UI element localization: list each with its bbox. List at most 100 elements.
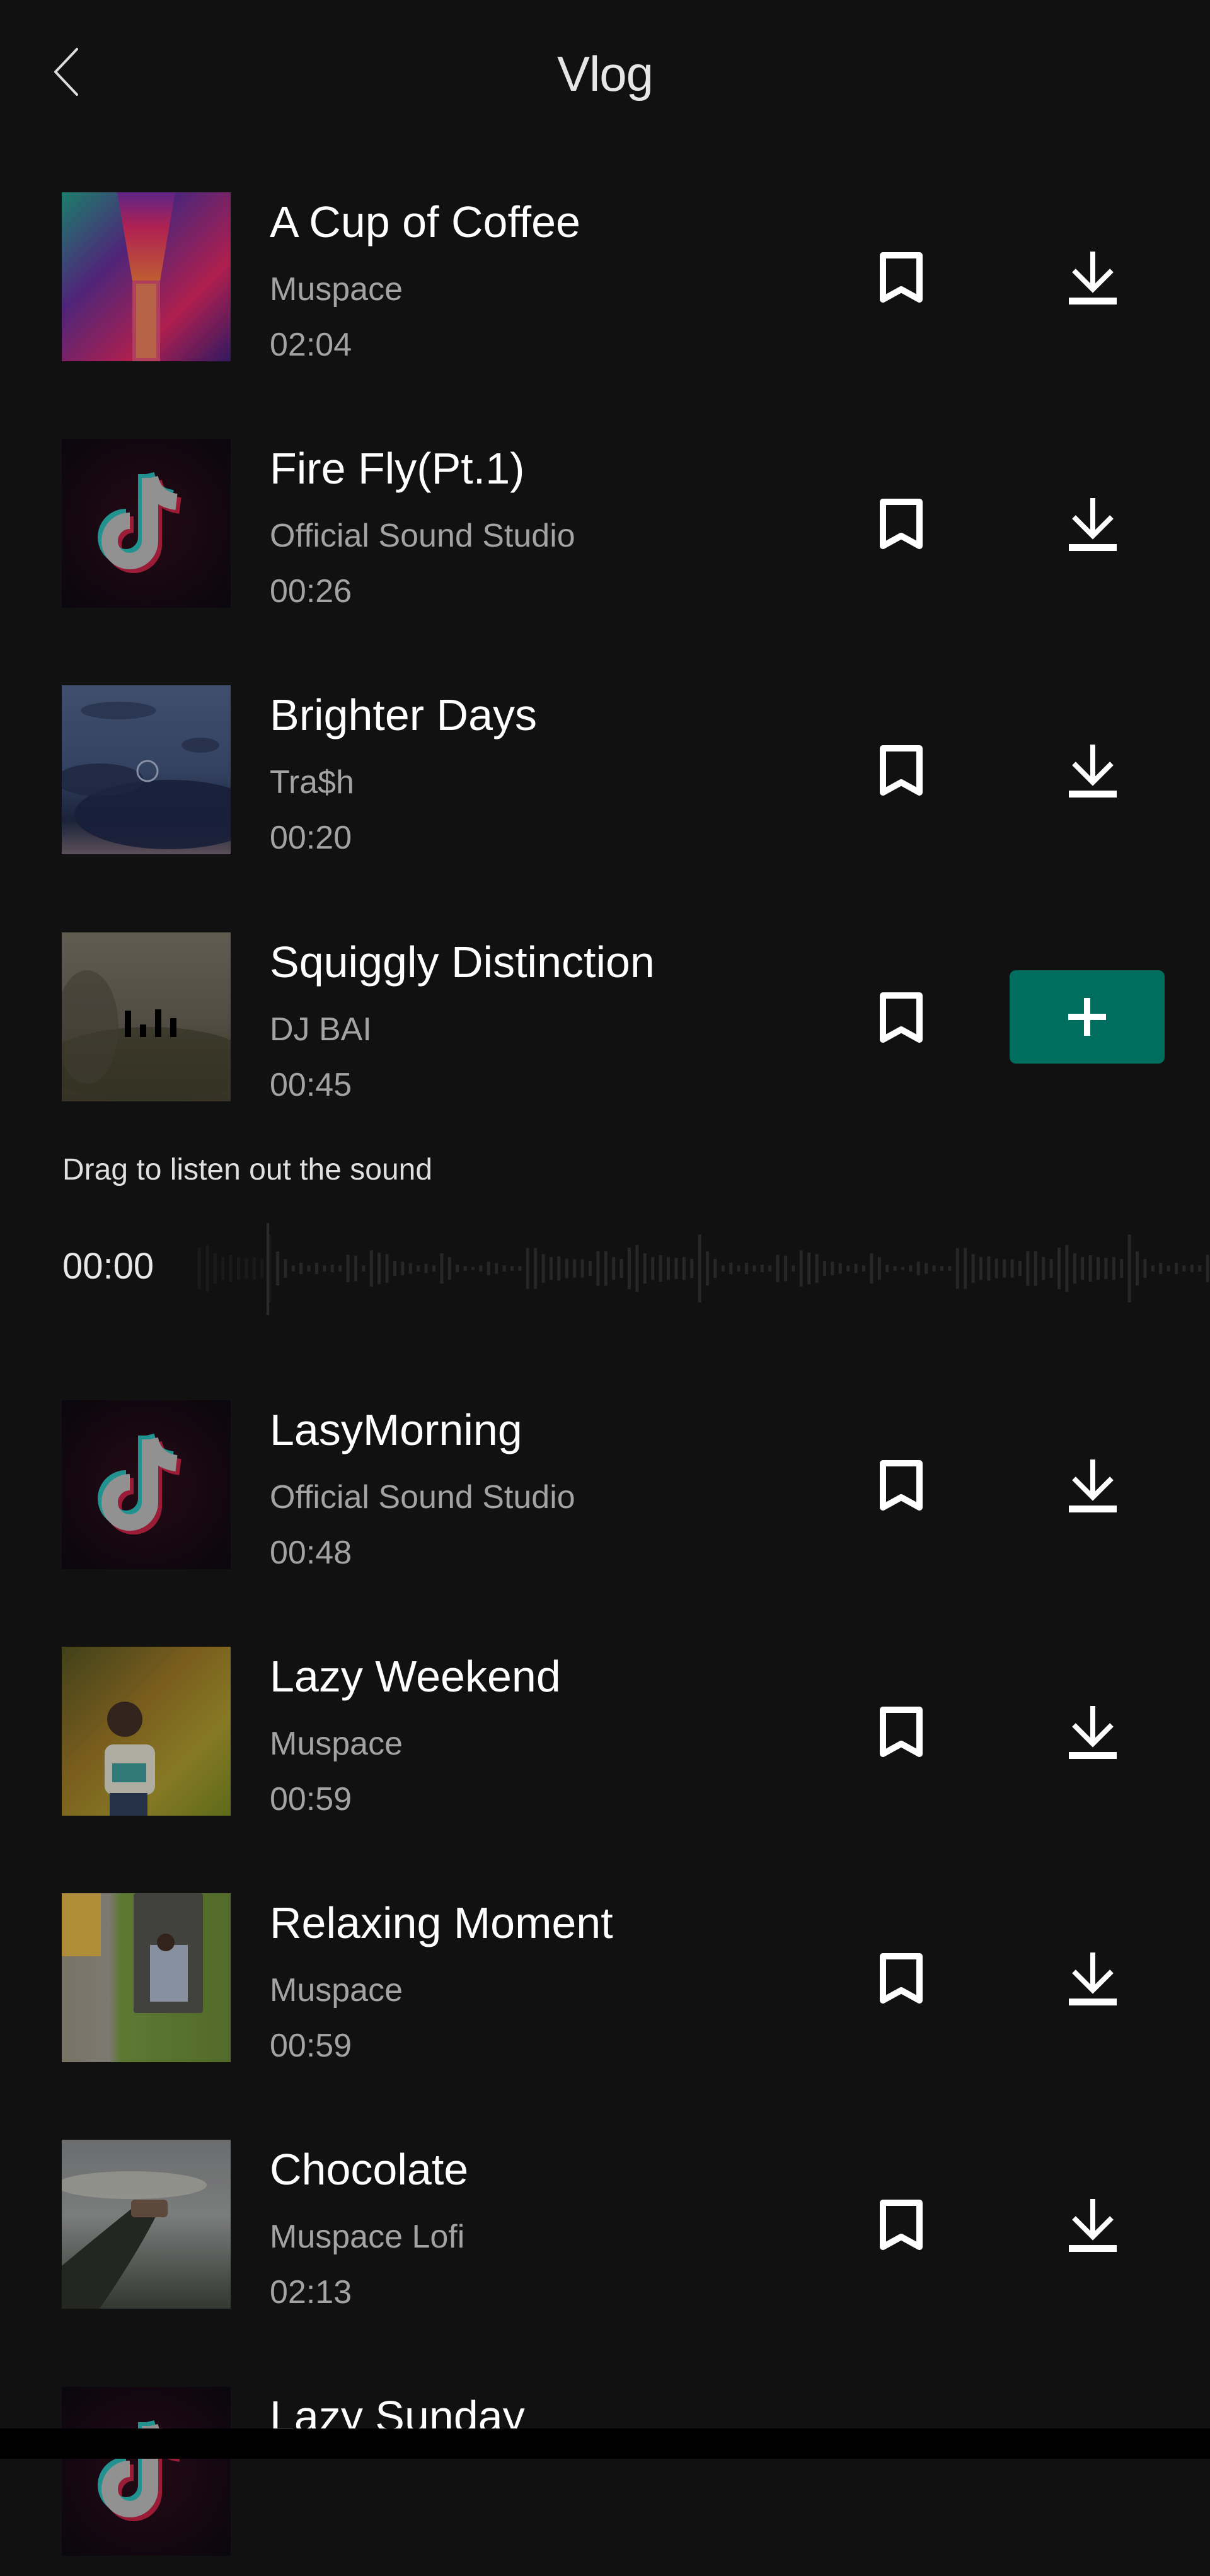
waveform-bar	[526, 1248, 529, 1289]
waveform-bar	[1026, 1251, 1030, 1286]
bookmark-button[interactable]	[870, 983, 933, 1052]
waveform-bar	[729, 1263, 733, 1274]
waveform-bar	[1065, 1244, 1069, 1292]
waveform-bar	[940, 1266, 943, 1271]
bookmark-button[interactable]	[870, 1697, 933, 1767]
track-duration: 00:48	[270, 1535, 352, 1571]
waveform-bar	[1088, 1255, 1092, 1282]
track-title: Lazy Weekend	[270, 1652, 561, 1701]
waveform-bar	[721, 1265, 725, 1272]
playhead[interactable]	[267, 1223, 269, 1315]
waveform-bar	[799, 1250, 803, 1287]
track-title: LasyMorning	[270, 1405, 522, 1454]
waveform-bar	[870, 1253, 873, 1284]
track-thumbnail[interactable]	[62, 1893, 231, 2062]
bookmark-button[interactable]	[870, 243, 933, 312]
track-row[interactable]: Lazy Sunday	[0, 2387, 1210, 2576]
waveform-bar	[479, 1265, 483, 1272]
waveform-bar	[1073, 1253, 1076, 1284]
waveform-bar	[1049, 1259, 1053, 1278]
track-thumbnail[interactable]	[62, 1647, 231, 1816]
waveform-bar	[385, 1254, 389, 1283]
waveform-bar	[745, 1263, 748, 1274]
bookmark-button[interactable]	[870, 489, 933, 559]
download-button[interactable]	[1059, 2190, 1128, 2260]
waveform-bar	[659, 1255, 662, 1282]
waveform-bar	[994, 1258, 998, 1279]
track-title: Squiggly Distinction	[270, 937, 655, 987]
plus-icon	[1068, 998, 1106, 1036]
download-button[interactable]	[1059, 1697, 1128, 1767]
track-thumbnail[interactable]	[62, 439, 231, 608]
waveform-bar	[424, 1263, 428, 1273]
waveform-bar	[541, 1254, 545, 1283]
waveform-bar	[1034, 1251, 1037, 1286]
waveform-bar	[229, 1255, 233, 1282]
waveform-bar	[393, 1261, 396, 1276]
waveform-bar	[284, 1259, 287, 1278]
waveform-bar	[893, 1266, 897, 1271]
waveform-bar	[432, 1265, 435, 1272]
player-hint: Drag to listen out the sound	[62, 1153, 433, 1186]
track-duration: 00:59	[270, 2028, 352, 2064]
waveform-bar	[635, 1244, 639, 1292]
waveform-bar	[565, 1258, 568, 1279]
waveform-bar	[518, 1266, 522, 1271]
waveform-bar	[619, 1259, 623, 1278]
download-button[interactable]	[1059, 243, 1128, 312]
bookmark-icon	[880, 2200, 923, 2250]
download-button[interactable]	[1059, 1451, 1128, 1520]
waveform-bar	[307, 1265, 311, 1272]
waveform-bar	[1151, 1265, 1155, 1272]
track-row[interactable]: Squiggly Distinction DJ BAI 00:45	[0, 932, 1210, 1122]
waveform-bar	[885, 1265, 889, 1272]
waveform-bar	[1175, 1263, 1178, 1274]
waveform-scrubber[interactable]	[189, 1217, 1210, 1324]
download-button[interactable]	[1059, 489, 1128, 559]
track-thumbnail[interactable]	[62, 1400, 231, 1569]
waveform-bar	[752, 1265, 756, 1272]
waveform-bar	[276, 1251, 279, 1285]
waveform-bar	[651, 1257, 655, 1280]
waveform-bar	[823, 1261, 826, 1276]
waveform-bar	[315, 1263, 318, 1274]
download-icon	[1069, 745, 1117, 798]
waveform-bar	[463, 1266, 467, 1271]
waveform-bar	[198, 1248, 201, 1289]
waveform-bar	[1190, 1265, 1194, 1272]
track-row[interactable]: A Cup of Coffee Muspace 02:04	[0, 192, 1210, 381]
equalizer-icon	[125, 1009, 176, 1037]
track-thumbnail[interactable]	[62, 932, 231, 1101]
cover-art-child-sprinkler	[62, 1647, 231, 1816]
track-row[interactable]: Fire Fly(Pt.1) Official Sound Studio 00:2…	[0, 439, 1210, 628]
waveform-bar	[643, 1253, 647, 1284]
waveform-bar	[213, 1253, 217, 1284]
waveform-bar	[955, 1248, 959, 1289]
bookmark-button[interactable]	[870, 1944, 933, 2013]
bookmark-button[interactable]	[870, 736, 933, 805]
bookmark-button[interactable]	[870, 1451, 933, 1520]
cover-art-neon-corridor	[62, 192, 231, 361]
system-navigation-bar	[0, 2428, 1210, 2459]
header: Vlog	[0, 0, 1210, 145]
waveform-bar	[628, 1248, 631, 1289]
waveform-bar	[792, 1265, 795, 1272]
waveform-bar	[674, 1258, 678, 1279]
waveform-bar	[495, 1263, 498, 1274]
waveform-bar	[1206, 1255, 1209, 1282]
track-thumbnail[interactable]	[62, 2387, 231, 2556]
bookmark-button[interactable]	[870, 2190, 933, 2260]
track-thumbnail[interactable]	[62, 685, 231, 854]
track-row[interactable]: Relaxing Moment Muspace 00:59	[0, 1893, 1210, 2082]
track-row[interactable]: Brighter Days Tra$h 00:20	[0, 685, 1210, 874]
track-row[interactable]: Chocolate Muspace Lofi 02:13	[0, 2140, 1210, 2329]
download-button[interactable]	[1059, 1944, 1128, 2013]
track-row[interactable]: Lazy Weekend Muspace 00:59	[0, 1647, 1210, 1836]
waveform-bar	[948, 1266, 952, 1271]
track-thumbnail[interactable]	[62, 2140, 231, 2309]
download-button[interactable]	[1059, 736, 1128, 805]
add-track-button[interactable]	[1010, 970, 1165, 1064]
waveform-bar	[596, 1251, 600, 1286]
track-thumbnail[interactable]	[62, 192, 231, 361]
track-row[interactable]: LasyMorning Official Sound Studio 00:48	[0, 1400, 1210, 1589]
